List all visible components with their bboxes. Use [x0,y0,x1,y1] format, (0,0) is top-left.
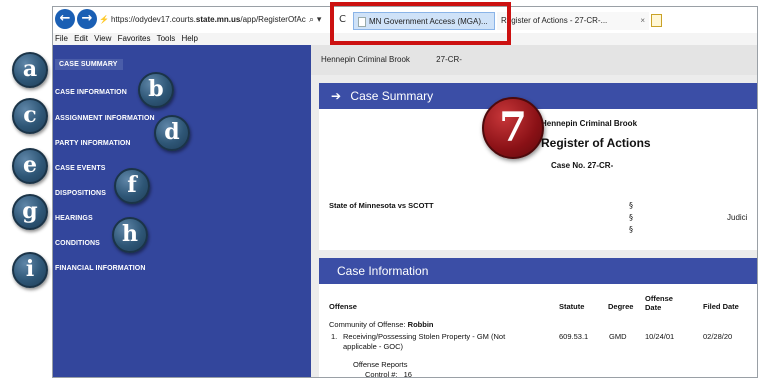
tab-register-of-actions[interactable]: Register of Actions - 27-CR-... × [497,12,649,30]
menu-help[interactable]: Help [182,34,198,43]
arrow-right-icon: ➔ [331,89,342,103]
site-icon: ⚡ [99,15,109,24]
control-number: Control #: 16 [365,370,412,378]
step-number-badge: 7 [482,97,544,159]
sidebar-item-financial-information[interactable]: FINANCIAL INFORMATION [55,265,146,272]
offense-reports-label: Offense Reports [353,360,408,369]
sidebar-item-conditions[interactable]: CONDITIONS [55,240,100,247]
sidebar-item-dispositions[interactable]: DISPOSITIONS [55,190,106,197]
column-degree: Degree [608,302,634,311]
tab-label: Register of Actions - 27-CR-... [501,16,608,25]
case-summary-header: ➔ Case Summary [319,83,757,109]
forward-button[interactable]: → [77,9,97,29]
sidebar-item-hearings[interactable]: HEARINGS [55,215,93,222]
court-name: Hennepin Criminal Brook [541,119,638,128]
callout-badge-d: d [154,115,190,151]
offense-description-cont: applicable - GOC) [343,342,404,351]
sidebar-item-case-summary[interactable]: CASE SUMMARY [55,59,123,70]
menu-favorites[interactable]: Favorites [118,34,151,43]
callout-badge-b: b [138,72,174,108]
case-summary-heading: Case Summary [350,89,434,103]
case-information-header: Case Information [319,258,757,284]
search-dropdown-icon[interactable]: ⌕ ▾ [309,11,321,29]
community-of-offense: Community of Offense: Robbin [329,320,433,330]
callout-badge-a: a [12,52,48,88]
menu-edit[interactable]: Edit [74,34,88,43]
breadcrumb: Hennepin Criminal Brook 27-CR- [311,45,757,75]
breadcrumb-case: 27-CR- [436,55,462,64]
row-number: 1. [331,332,338,341]
callout-badge-g: g [12,194,48,230]
address-bar[interactable]: ⚡ https://odydev17.courts.state.mn.us/app… [99,11,325,29]
url-suffix: /app/RegisterOfAc [240,15,306,24]
offense-description: Receiving/Possessing Stolen Property - G… [343,332,506,341]
sidebar-item-case-information[interactable]: CASE INFORMATION [55,89,127,96]
new-tab-button[interactable] [651,14,662,27]
column-offense: Offense [329,302,357,311]
url-domain: state.mn.us [195,15,241,24]
menu-tools[interactable]: Tools [157,34,176,43]
close-tab-icon[interactable]: × [640,12,645,30]
callout-badge-e: e [12,148,48,184]
menu-file[interactable]: File [55,34,68,43]
section-mark: § [629,213,633,222]
back-button[interactable]: ← [55,9,75,29]
url-prefix: https://odydev17.courts. [110,15,196,24]
community-label: Community of Offense: [329,320,406,329]
case-information-heading: Case Information [337,264,429,278]
filed-date: 02/28/20 [703,332,733,341]
section-mark: § [629,201,633,210]
main-content: Hennepin Criminal Brook 27-CR- ➔ Case Su… [311,45,757,378]
offense-degree: GMD [609,332,627,341]
control-value: 16 [403,370,412,378]
case-number: Case No. 27-CR- [551,161,614,170]
section-mark: § [629,225,633,234]
column-statute: Statute [559,302,585,311]
sidebar-item-case-events[interactable]: CASE EVENTS [55,165,106,172]
case-parties: State of Minnesota vs SCOTT [329,201,434,210]
sidebar-item-party-information[interactable]: PARTY INFORMATION [55,140,131,147]
menu-view[interactable]: View [94,34,111,43]
register-title: Register of Actions [541,136,651,150]
breadcrumb-court: Hennepin Criminal Brook [321,55,410,64]
offense-statute: 609.53.1 [559,332,589,341]
column-offense-date: Offense Date [645,294,673,312]
sidebar: CASE SUMMARY CASE INFORMATION ASSIGNMENT… [53,45,311,377]
tab-highlight-box [330,2,511,45]
browser-window: ← → ⚡ https://odydev17.courts.state.mn.us… [52,6,758,378]
sidebar-item-assignment-information[interactable]: ASSIGNMENT INFORMATION [55,115,155,122]
callout-badge-h: h [112,217,148,253]
column-filed-date: Filed Date [703,302,739,311]
control-label: Control #: [365,370,398,378]
case-information-panel: Offense Statute Degree Offense Date File… [319,284,757,378]
judicial-officer-label: Judici [727,213,748,222]
callout-badge-c: c [12,98,48,134]
community-value: Robbin [407,320,434,329]
callout-badge-f: f [114,168,150,204]
callout-badge-i: i [12,252,48,288]
offense-date: 10/24/01 [645,332,675,341]
